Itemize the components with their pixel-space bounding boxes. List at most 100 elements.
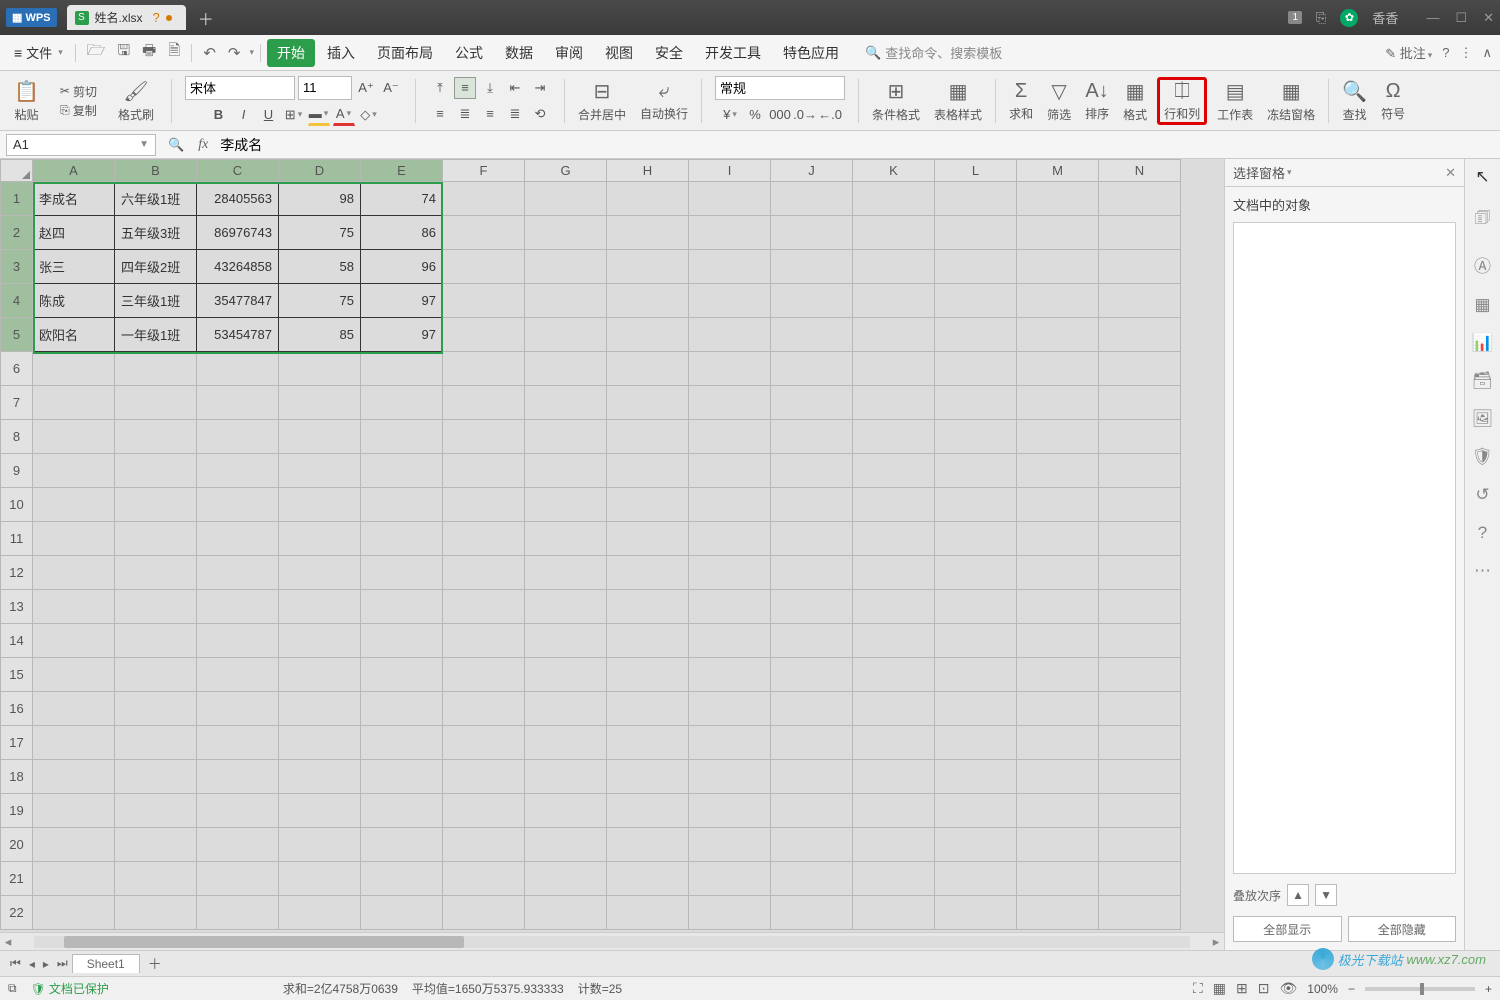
table-style-button[interactable]: ▦表格样式 [930,77,986,125]
cell-N16[interactable] [1099,692,1181,726]
cell-D14[interactable] [279,624,361,658]
cell-G19[interactable] [525,794,607,828]
cell-F3[interactable] [443,250,525,284]
cell-L17[interactable] [935,726,1017,760]
row-header-21[interactable]: 21 [1,862,33,896]
cell-L1[interactable] [935,182,1017,216]
cell-K16[interactable] [853,692,935,726]
cell-I2[interactable] [689,216,771,250]
fullscreen-icon[interactable]: ⛶ [1193,980,1203,997]
cell-J9[interactable] [771,454,853,488]
cell-K13[interactable] [853,590,935,624]
cell-I1[interactable] [689,182,771,216]
cell-N7[interactable] [1099,386,1181,420]
cell-C15[interactable] [197,658,279,692]
cell-D7[interactable] [279,386,361,420]
row-header-13[interactable]: 13 [1,590,33,624]
col-header-C[interactable]: C [197,160,279,182]
cell-L14[interactable] [935,624,1017,658]
cell-D12[interactable] [279,556,361,590]
cell-N1[interactable] [1099,182,1181,216]
undo-icon[interactable]: ↶ [198,42,221,64]
cell-F4[interactable] [443,284,525,318]
cell-L15[interactable] [935,658,1017,692]
merge-center-button[interactable]: ⊟合并居中 [574,77,630,125]
row-header-1[interactable]: 1 [1,182,33,216]
cell-C8[interactable] [197,420,279,454]
page-view-icon[interactable]: ⊞ [1236,980,1248,997]
cell-A15[interactable] [33,658,115,692]
cell-F19[interactable] [443,794,525,828]
cell-K18[interactable] [853,760,935,794]
cell-F10[interactable] [443,488,525,522]
symbol-button[interactable]: Ω符号 [1377,78,1409,124]
cell-J6[interactable] [771,352,853,386]
col-header-B[interactable]: B [115,160,197,182]
image-icon[interactable]: 🖼 [1472,409,1494,429]
cell-G13[interactable] [525,590,607,624]
spreadsheet-area[interactable]: ABCDEFGHIJKLMN1李成名六年级1班2840556398742赵四五年… [0,159,1224,950]
font-color-button[interactable]: A▾ [333,104,355,126]
cell-I6[interactable] [689,352,771,386]
cell-F12[interactable] [443,556,525,590]
cell-K2[interactable] [853,216,935,250]
cell-D5[interactable]: 85 [279,318,361,352]
cell-L13[interactable] [935,590,1017,624]
cell-C14[interactable] [197,624,279,658]
cell-A22[interactable] [33,896,115,930]
cell-H21[interactable] [607,862,689,896]
cell-B22[interactable] [115,896,197,930]
more-icon[interactable]: ⋮ [1459,45,1472,61]
col-header-D[interactable]: D [279,160,361,182]
cell-G8[interactable] [525,420,607,454]
cell-J12[interactable] [771,556,853,590]
cell-C22[interactable] [197,896,279,930]
cell-J3[interactable] [771,250,853,284]
zoom-slider[interactable] [1365,987,1475,991]
cell-J10[interactable] [771,488,853,522]
cell-A9[interactable] [33,454,115,488]
cell-B9[interactable] [115,454,197,488]
cell-L2[interactable] [935,216,1017,250]
cell-E6[interactable] [361,352,443,386]
comma-button[interactable]: 000 [769,104,791,126]
cell-D22[interactable] [279,896,361,930]
copy-button[interactable]: ⎘复制 [57,101,100,120]
scroll-left-icon[interactable]: ◂ [0,934,16,950]
cell-A14[interactable] [33,624,115,658]
number-format-combo[interactable] [715,76,845,100]
cell-E12[interactable] [361,556,443,590]
filter-button[interactable]: ▽筛选 [1043,77,1075,125]
cell-J21[interactable] [771,862,853,896]
cell-D17[interactable] [279,726,361,760]
cell-M7[interactable] [1017,386,1099,420]
cell-H6[interactable] [607,352,689,386]
cell-F7[interactable] [443,386,525,420]
cell-E18[interactable] [361,760,443,794]
row-header-22[interactable]: 22 [1,896,33,930]
cell-H2[interactable] [607,216,689,250]
align-left-button[interactable]: ≡ [429,103,451,125]
clipboard-icon[interactable]: 🗊 [1475,205,1491,234]
cell-M13[interactable] [1017,590,1099,624]
cell-C5[interactable]: 53454787 [197,318,279,352]
cell-D13[interactable] [279,590,361,624]
menu-页面布局[interactable]: 页面布局 [367,39,443,67]
cell-D20[interactable] [279,828,361,862]
border-button[interactable]: ⊞▾ [283,104,305,126]
cell-J20[interactable] [771,828,853,862]
cell-G18[interactable] [525,760,607,794]
menu-视图[interactable]: 视图 [595,39,643,67]
cell-L21[interactable] [935,862,1017,896]
cell-E7[interactable] [361,386,443,420]
cell-M8[interactable] [1017,420,1099,454]
percent-button[interactable]: % [744,104,766,126]
cell-C12[interactable] [197,556,279,590]
row-header-17[interactable]: 17 [1,726,33,760]
cell-C16[interactable] [197,692,279,726]
row-header-14[interactable]: 14 [1,624,33,658]
cell-L6[interactable] [935,352,1017,386]
data-icon[interactable]: 🗃 [1472,371,1494,391]
cell-A20[interactable] [33,828,115,862]
cell-M22[interactable] [1017,896,1099,930]
